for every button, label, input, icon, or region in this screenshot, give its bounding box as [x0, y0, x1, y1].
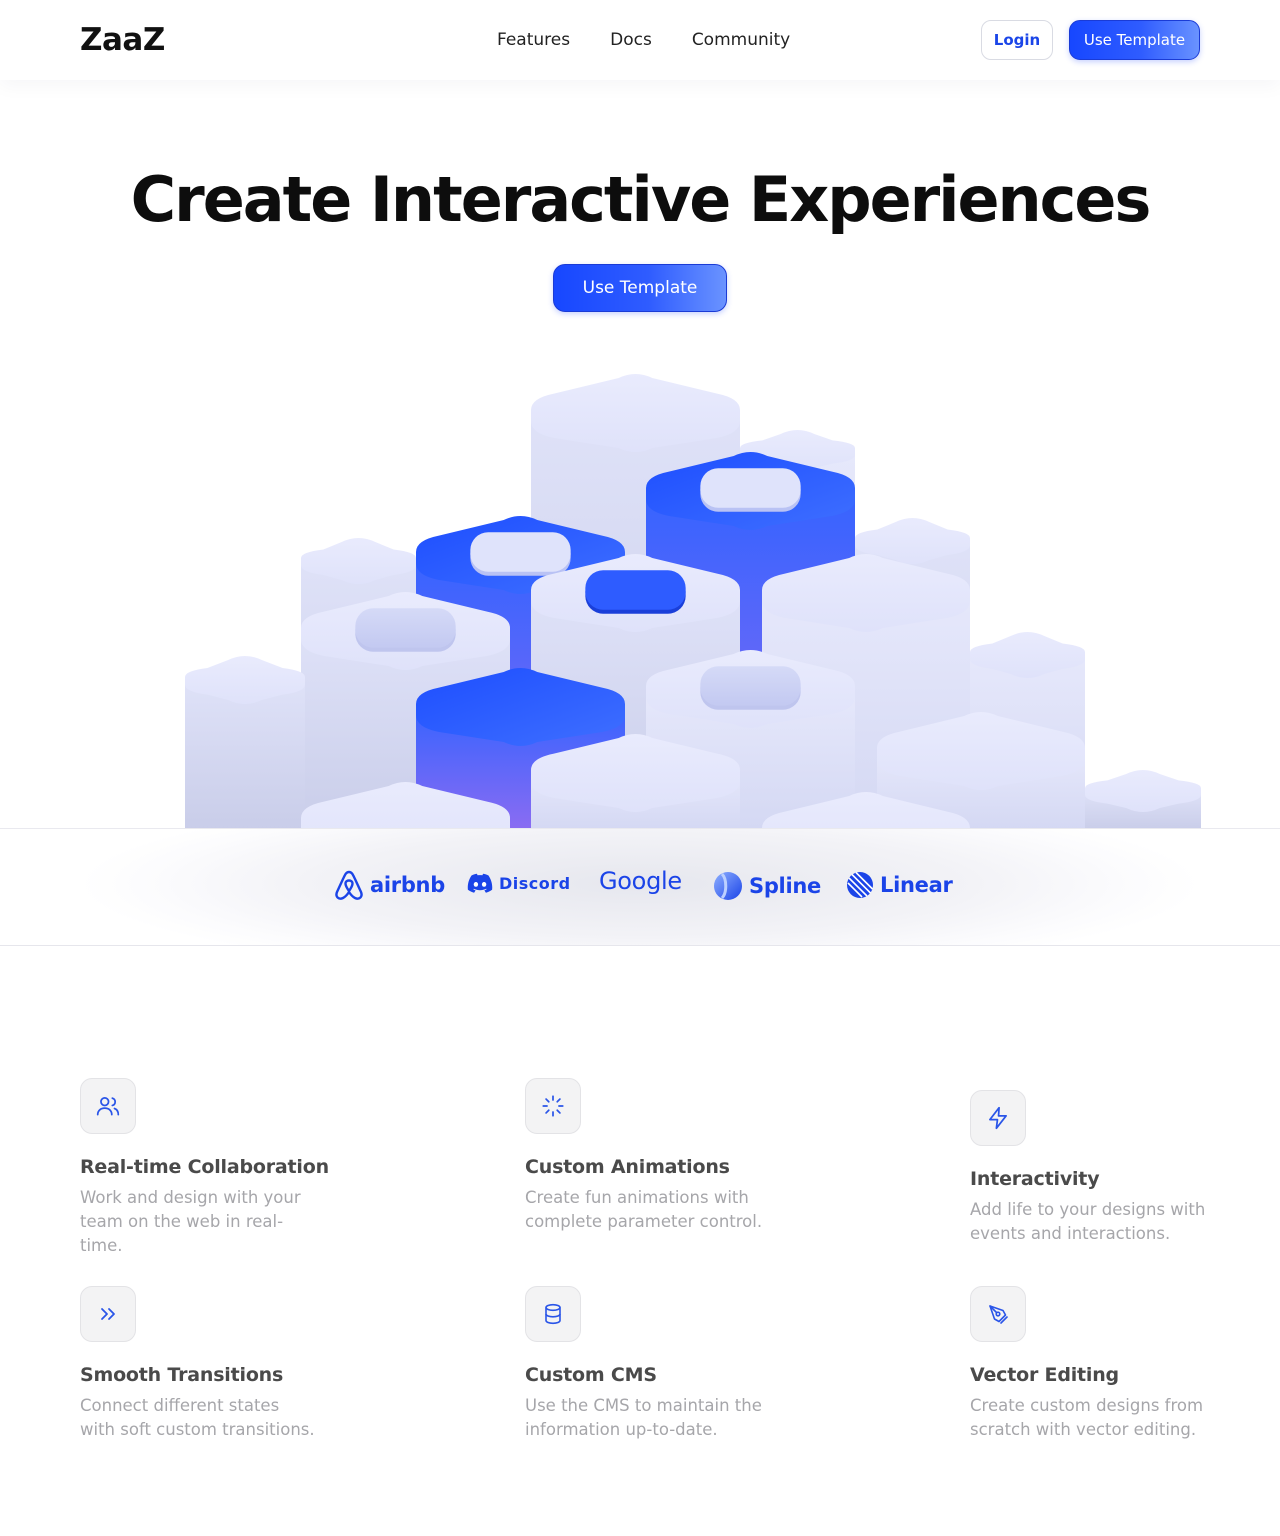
- feature-title: Vector Editing: [970, 1364, 1119, 1386]
- feature-interactivity: Interactivity Add life to your designs w…: [970, 1090, 1230, 1246]
- feature-title: Smooth Transitions: [80, 1364, 284, 1386]
- hero-use-template-button[interactable]: Use Template: [553, 264, 727, 312]
- header-use-template-button[interactable]: Use Template: [1069, 20, 1200, 60]
- loader-icon: [525, 1078, 581, 1134]
- logo-airbnb-text: airbnb: [370, 873, 445, 897]
- cube-block: [185, 656, 305, 830]
- cube-block: [1085, 770, 1201, 830]
- partner-logos: airbnb Discord Google Spline Linear: [0, 828, 1280, 946]
- feature-realtime-collaboration: Real-time Collaboration Work and design …: [80, 1078, 340, 1258]
- feature-desc: Work and design with your team on the we…: [80, 1188, 301, 1255]
- nav-features[interactable]: Features: [497, 30, 570, 50]
- feature-vector-editing: Vector Editing Create custom designs fro…: [970, 1286, 1230, 1442]
- feature-desc: Connect different states with soft custo…: [80, 1396, 315, 1439]
- logo-discord: Discord: [467, 873, 571, 893]
- nav-docs[interactable]: Docs: [610, 30, 652, 50]
- feature-smooth-transitions: Smooth Transitions Connect different sta…: [80, 1286, 340, 1442]
- chevrons-right-icon: [80, 1286, 136, 1342]
- pen-tool-icon: [970, 1286, 1026, 1342]
- blocks-svg: [185, 374, 1201, 830]
- feature-desc: Create custom designs from scratch with …: [970, 1396, 1204, 1439]
- logo-linear: Linear: [846, 871, 953, 899]
- feature-title: Custom Animations: [525, 1156, 730, 1178]
- spline-icon: [714, 872, 742, 900]
- logo-airbnb: airbnb: [334, 869, 445, 901]
- feature-title: Interactivity: [970, 1168, 1100, 1190]
- linear-icon: [847, 871, 874, 898]
- feature-desc: Create fun animations with complete para…: [525, 1188, 763, 1231]
- feature-title: Custom CMS: [525, 1364, 657, 1386]
- feature-desc: Use the CMS to maintain the information …: [525, 1396, 762, 1439]
- logo-discord-text: Discord: [499, 873, 571, 893]
- hero-title: Create Interactive Experiences: [130, 163, 1152, 236]
- logo-linear-text: Linear: [880, 873, 953, 897]
- main-nav: Features Docs Community: [497, 30, 790, 50]
- nav-community[interactable]: Community: [692, 30, 790, 50]
- hero-blocks-illustration: [0, 350, 1280, 830]
- feature-custom-animations: Custom Animations Create fun animations …: [525, 1078, 785, 1234]
- feature-custom-cms: Custom CMS Use the CMS to maintain the i…: [525, 1286, 785, 1442]
- airbnb-icon: [335, 870, 363, 900]
- site-header: ZaaZ Features Docs Community Login Use T…: [0, 0, 1280, 80]
- logo-google: Google: [599, 867, 682, 895]
- site-logo[interactable]: ZaaZ: [80, 22, 165, 58]
- feature-title: Real-time Collaboration: [80, 1156, 329, 1178]
- users-icon: [80, 1078, 136, 1134]
- login-button[interactable]: Login: [981, 20, 1053, 60]
- database-icon: [525, 1286, 581, 1342]
- logo-spline-text: Spline: [749, 874, 821, 898]
- logo-spline: Spline: [713, 871, 821, 901]
- logo-google-text: Google: [599, 867, 682, 895]
- discord-icon: [467, 873, 493, 893]
- lightning-icon: [970, 1090, 1026, 1146]
- feature-desc: Add life to your designs with events and…: [970, 1200, 1206, 1243]
